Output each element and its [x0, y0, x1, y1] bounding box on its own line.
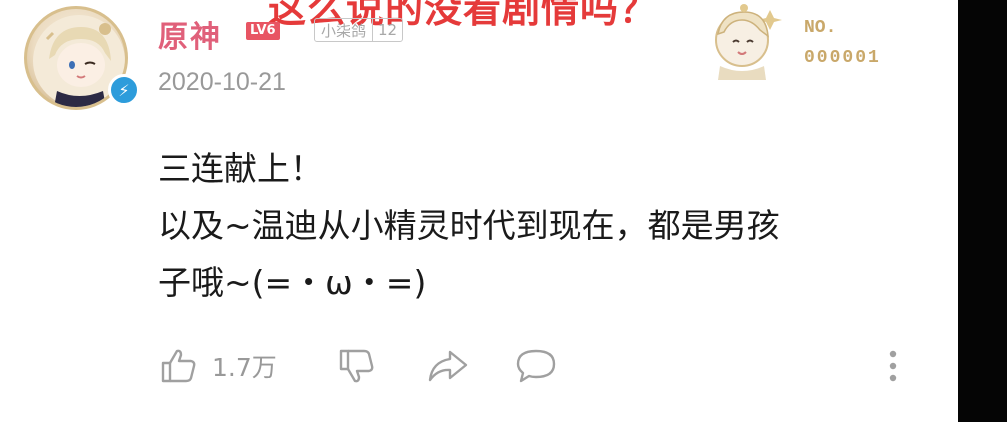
decoration-character-icon — [715, 4, 782, 80]
reply-icon — [516, 349, 556, 383]
letterbox-bar — [958, 0, 1007, 422]
decoration-number: 000001 — [804, 48, 881, 68]
more-icon — [889, 350, 897, 382]
level-badge: LV6 — [246, 22, 280, 40]
fan-medal-name: 小柒鸽 — [321, 21, 367, 40]
username[interactable]: 原神 — [158, 12, 222, 56]
comment-line: 以及~温迪从小精灵时代到现在，都是男孩 — [158, 206, 780, 245]
comment-card: 这么说的没看剧情吗？ ⚡ 原神 LV6 小柒鸽 12 2020-10-21 NO… — [0, 0, 958, 422]
comment-date: 2020-10-21 — [158, 68, 286, 96]
share-button[interactable] — [426, 344, 470, 388]
fan-medal-level: 12 — [372, 19, 402, 41]
comment-line: 子哦~(=・ω・=) — [158, 263, 427, 302]
decoration-card[interactable]: NO. 000001 — [700, 0, 900, 80]
dislike-button[interactable] — [336, 344, 376, 388]
verified-lightning-icon: ⚡ — [108, 74, 140, 106]
reply-button[interactable] — [514, 344, 558, 388]
thumbs-down-icon — [339, 349, 374, 383]
thumbs-up-icon — [161, 349, 196, 383]
decoration-label: NO. — [804, 18, 837, 38]
comment-body: 三连献上！ 以及~温迪从小精灵时代到现在，都是男孩 子哦~(=・ω・=) — [158, 140, 938, 311]
comment-line: 三连献上！ — [158, 149, 323, 188]
comment-action-bar: 1.7万 — [158, 344, 918, 388]
fan-medal[interactable]: 小柒鸽 12 — [314, 18, 404, 42]
share-icon — [428, 350, 468, 382]
avatar-container[interactable]: ⚡ — [24, 6, 140, 118]
like-button[interactable]: 1.7万 — [158, 344, 277, 388]
more-options-button[interactable] — [886, 344, 900, 388]
like-count: 1.7万 — [212, 353, 277, 382]
